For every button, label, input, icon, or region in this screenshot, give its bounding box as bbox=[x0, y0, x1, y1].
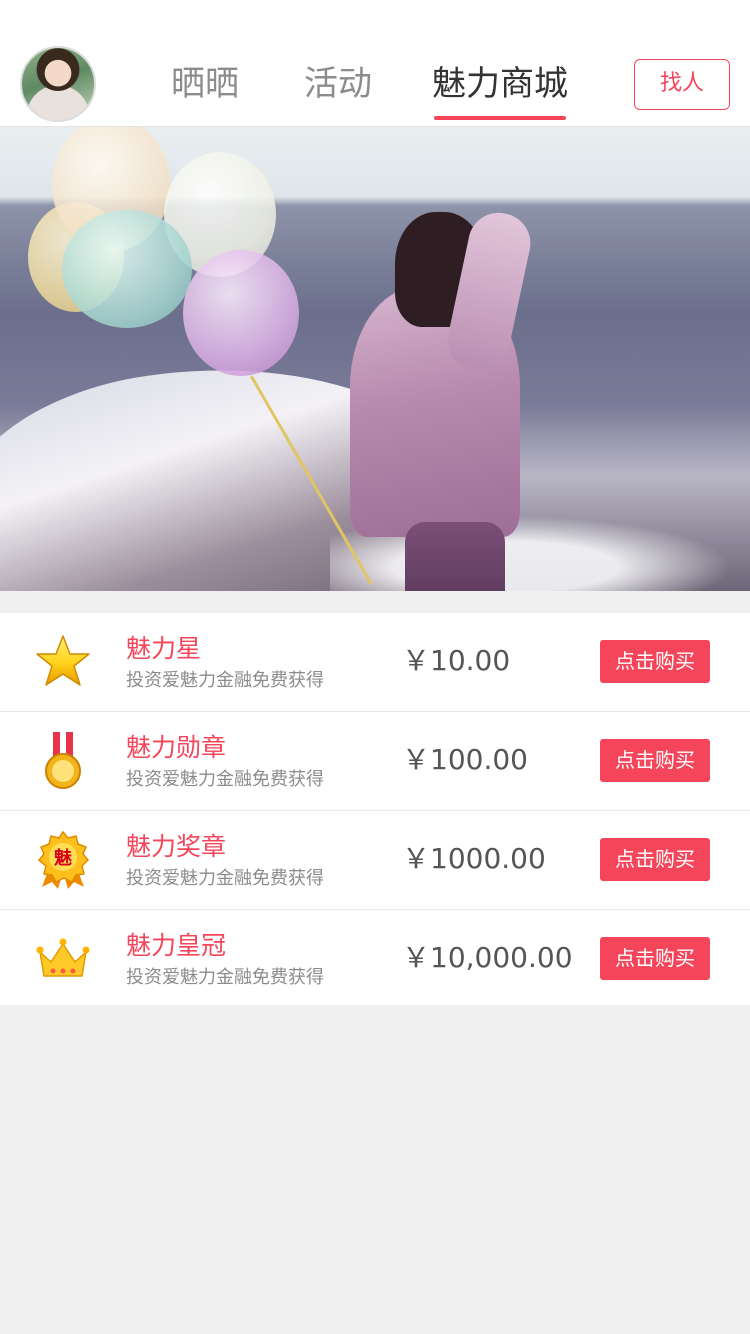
product-price: ￥100.00 bbox=[402, 743, 528, 776]
banner-girl-legs bbox=[405, 522, 505, 591]
top-nav-bar: 晒晒 活动 魅力商城 找人 bbox=[0, 0, 750, 127]
balloon-mint bbox=[62, 210, 192, 328]
list-item[interactable]: 魅力勋章 投资爱魅力金融免费获得 ￥100.00 点击购买 bbox=[0, 712, 750, 811]
product-price: ￥10.00 bbox=[402, 644, 511, 677]
product-name: 魅力星 bbox=[126, 634, 202, 663]
badge-icon-text: 魅 bbox=[54, 847, 72, 869]
active-tab-indicator bbox=[434, 116, 566, 120]
product-price: ￥10,000.00 bbox=[402, 941, 573, 974]
tab-label: 晒晒 bbox=[171, 64, 239, 104]
find-people-button[interactable]: 找人 bbox=[634, 59, 730, 110]
tab-label: 魅力商城 bbox=[432, 64, 568, 104]
buy-button[interactable]: 点击购买 bbox=[600, 640, 710, 683]
star-icon bbox=[36, 635, 90, 686]
product-name: 魅力奖章 bbox=[126, 832, 227, 861]
balloon-pink bbox=[183, 250, 299, 376]
banner-image[interactable] bbox=[0, 127, 750, 591]
product-subtitle: 投资爱魅力金融免费获得 bbox=[126, 967, 324, 988]
list-item[interactable]: 魅力皇冠 投资爱魅力金融免费获得 ￥10,000.00 点击购买 bbox=[0, 910, 750, 1005]
user-avatar[interactable] bbox=[20, 46, 96, 122]
tab-charm-mall[interactable]: 魅力商城 bbox=[432, 60, 568, 120]
product-list: 魅力星 投资爱魅力金融免费获得 ￥10.00 点击购买 魅力勋章 投资爱魅力金融… bbox=[0, 613, 750, 1005]
crown-icon bbox=[36, 938, 90, 977]
buy-button[interactable]: 点击购买 bbox=[600, 739, 710, 782]
medal-icon bbox=[45, 732, 81, 789]
product-subtitle: 投资爱魅力金融免费获得 bbox=[126, 868, 324, 889]
product-subtitle: 投资爱魅力金融免费获得 bbox=[126, 769, 324, 790]
badge-icon: 魅 bbox=[37, 831, 90, 889]
product-name: 魅力勋章 bbox=[126, 733, 227, 762]
tab-label: 活动 bbox=[304, 64, 372, 104]
app-screen: 晒晒 活动 魅力商城 找人 魅力星 投资爱魅力金融免费获得 ￥10.00 点击购… bbox=[0, 0, 750, 1334]
tab-shaishai[interactable]: 晒晒 bbox=[171, 60, 239, 120]
buy-button[interactable]: 点击购买 bbox=[600, 838, 710, 881]
tab-bar: 晒晒 活动 魅力商城 bbox=[140, 60, 600, 120]
product-name: 魅力皇冠 bbox=[126, 931, 227, 960]
tab-activity[interactable]: 活动 bbox=[304, 60, 372, 120]
buy-button[interactable]: 点击购买 bbox=[600, 937, 710, 980]
product-subtitle: 投资爱魅力金融免费获得 bbox=[126, 670, 324, 691]
product-price: ￥1000.00 bbox=[402, 842, 546, 875]
list-item[interactable]: 魅 魅力奖章 投资爱魅力金融免费获得 ￥1000.00 点击购买 bbox=[0, 811, 750, 910]
list-item[interactable]: 魅力星 投资爱魅力金融免费获得 ￥10.00 点击购买 bbox=[0, 613, 750, 712]
